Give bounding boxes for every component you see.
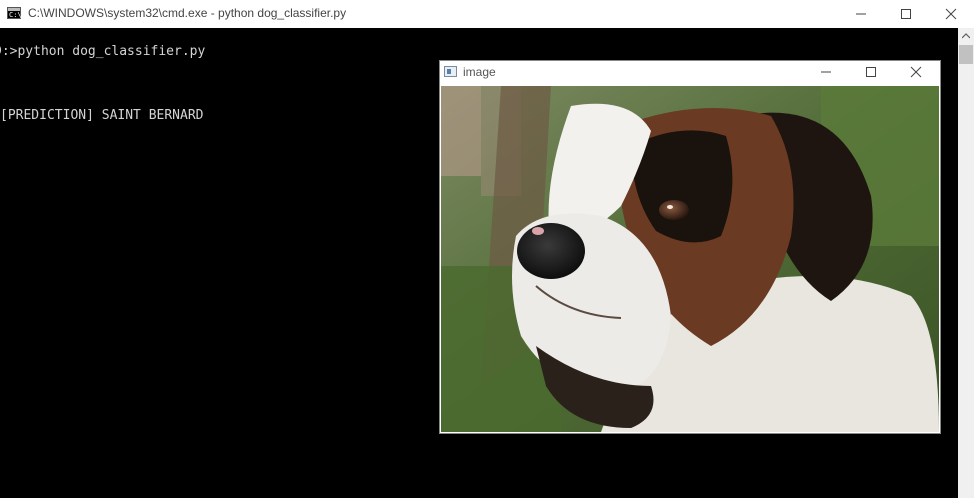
dog-image bbox=[441, 86, 939, 432]
chevron-up-icon bbox=[962, 33, 970, 39]
cmd-maximize-button[interactable] bbox=[883, 0, 929, 28]
console-prediction-line: [PREDICTION] SAINT BERNARD bbox=[0, 108, 204, 123]
minimize-icon bbox=[856, 13, 866, 15]
cmd-icon[interactable]: C:\ bbox=[7, 7, 22, 19]
image-minimize-button[interactable] bbox=[804, 61, 848, 83]
close-icon bbox=[945, 8, 957, 20]
saint-bernard-illustration bbox=[441, 86, 939, 432]
cmd-minimize-button[interactable] bbox=[838, 0, 884, 28]
scroll-up-button[interactable] bbox=[958, 28, 974, 44]
minimize-icon bbox=[821, 71, 831, 73]
image-window-titlebar[interactable]: image bbox=[440, 61, 940, 85]
close-icon bbox=[910, 66, 922, 78]
image-window-title: image bbox=[463, 65, 496, 79]
cmd-close-button[interactable] bbox=[928, 0, 974, 28]
cmd-titlebar[interactable]: C:\ C:\WINDOWS\system32\cmd.exe - python… bbox=[0, 0, 974, 28]
image-close-button[interactable] bbox=[894, 61, 938, 83]
maximize-icon bbox=[901, 9, 911, 19]
console-command-line: D:>python dog_classifier.py bbox=[0, 44, 206, 59]
image-maximize-button[interactable] bbox=[849, 61, 893, 83]
scroll-thumb[interactable] bbox=[959, 45, 973, 64]
cmd-window-title: C:\WINDOWS\system32\cmd.exe - python dog… bbox=[28, 6, 347, 20]
image-window-icon[interactable] bbox=[444, 66, 457, 77]
cmd-icon-glyph: C:\ bbox=[9, 11, 22, 19]
console-scrollbar[interactable] bbox=[958, 28, 974, 498]
image-window[interactable]: image bbox=[439, 60, 941, 434]
maximize-icon bbox=[866, 67, 876, 77]
